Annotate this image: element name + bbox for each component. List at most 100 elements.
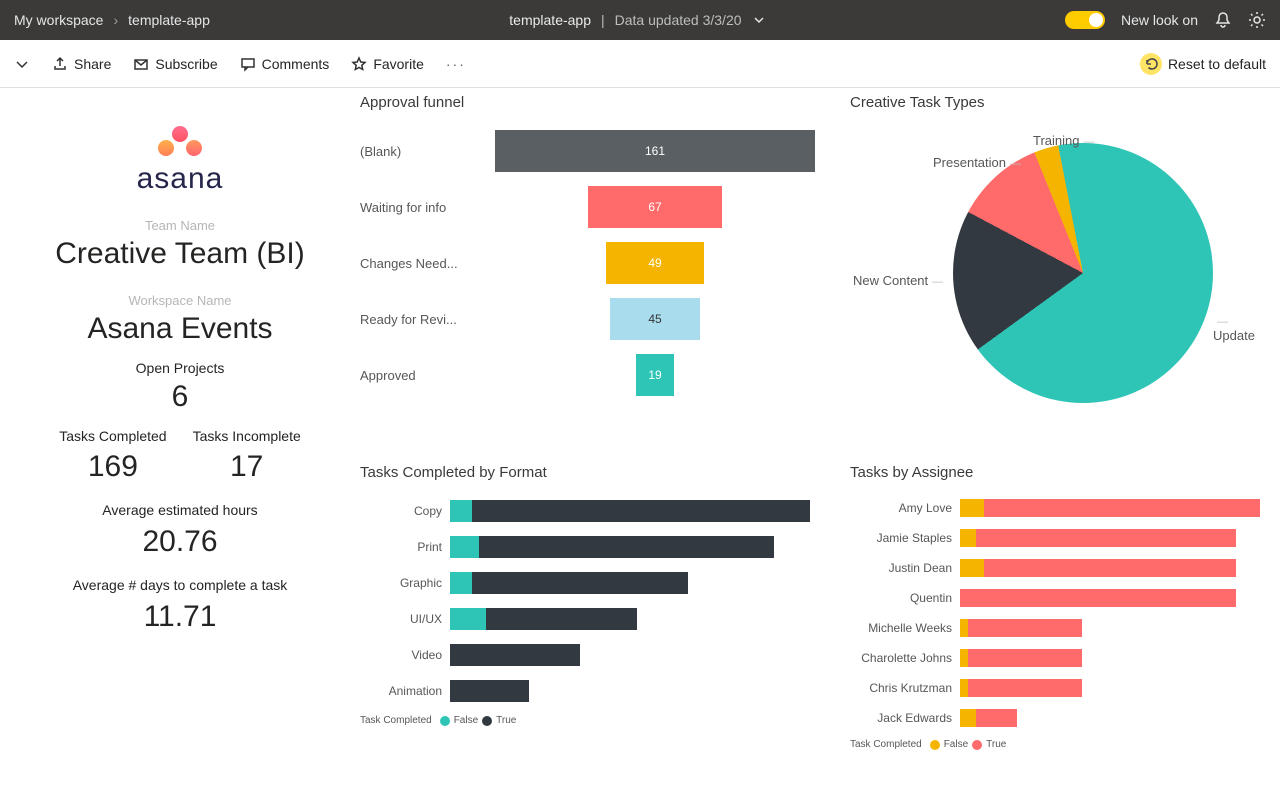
avg-est-label: Average estimated hours xyxy=(18,502,342,519)
toolbar: Share Subscribe Comments Favorite ··· Re… xyxy=(0,40,1280,88)
assignee-row[interactable]: Quentin xyxy=(850,583,1266,613)
assignee-row[interactable]: Amy Love xyxy=(850,493,1266,523)
funnel-row[interactable]: Approved19 xyxy=(360,347,840,403)
favorite-button[interactable]: Favorite xyxy=(351,56,424,72)
legend: Task Completed False True xyxy=(360,715,840,726)
bar-seg-false xyxy=(960,619,968,637)
assignee-row[interactable]: Charolette Johns xyxy=(850,643,1266,673)
format-row[interactable]: Video xyxy=(360,637,840,673)
breadcrumbs: My workspace › template-app xyxy=(14,12,210,28)
data-updated[interactable]: Data updated 3/3/20 xyxy=(615,12,742,28)
breadcrumb-root[interactable]: My workspace xyxy=(14,12,103,28)
format-row[interactable]: Print xyxy=(360,529,840,565)
topbar-center: template-app | Data updated 3/3/20 xyxy=(210,12,1065,28)
bell-icon[interactable] xyxy=(1214,11,1232,29)
approval-funnel-chart[interactable]: Approval funnel (Blank)161Waiting for in… xyxy=(360,88,840,458)
funnel-row[interactable]: Changes Need... 49 xyxy=(360,235,840,291)
pie-label-training: Training— xyxy=(1033,133,1098,148)
bar-seg-true xyxy=(968,679,1082,697)
favorite-label: Favorite xyxy=(373,56,424,72)
bar-seg-true xyxy=(450,644,580,666)
chevron-down-icon[interactable] xyxy=(14,56,30,72)
tasks-by-format-chart[interactable]: Tasks Completed by Format Copy Print Graph… xyxy=(360,458,840,800)
bar-seg-true xyxy=(472,572,688,594)
summary-card: asana Team Name Creative Team (BI) Works… xyxy=(0,88,360,800)
bar-label: Charolette Johns xyxy=(850,651,960,665)
app-name: template-app xyxy=(509,12,591,28)
breadcrumb-leaf[interactable]: template-app xyxy=(128,12,210,28)
bar-label: Jamie Staples xyxy=(850,531,960,545)
chart-title: Creative Task Types xyxy=(850,94,1266,111)
funnel-label: Changes Need... xyxy=(360,256,470,271)
format-row[interactable]: UI/UX xyxy=(360,601,840,637)
team-label: Team Name xyxy=(18,218,342,233)
chart-title: Tasks Completed by Format xyxy=(360,464,840,481)
bar-seg-true xyxy=(486,608,637,630)
format-row[interactable]: Graphic xyxy=(360,565,840,601)
bar-seg-false xyxy=(960,499,984,517)
assignee-row[interactable]: Chris Krutzman xyxy=(850,673,1266,703)
bar-seg-true xyxy=(976,709,1017,727)
bar-label: Quentin xyxy=(850,591,960,605)
bar-seg-false xyxy=(960,679,968,697)
bar-seg-true xyxy=(968,619,1082,637)
chart-title: Approval funnel xyxy=(360,94,840,111)
bar-label: Animation xyxy=(360,684,450,698)
reset-button[interactable]: Reset to default xyxy=(1140,53,1266,75)
funnel-bar: 45 xyxy=(610,298,699,340)
bar-seg-true xyxy=(472,500,810,522)
subscribe-label: Subscribe xyxy=(155,56,217,72)
assignee-row[interactable]: Jamie Staples xyxy=(850,523,1266,553)
avg-days-value: 11.71 xyxy=(18,600,342,634)
bar-label: Jack Edwards xyxy=(850,711,960,725)
bar-seg-true xyxy=(984,559,1235,577)
share-button[interactable]: Share xyxy=(52,56,111,72)
assignee-row[interactable]: Justin Dean xyxy=(850,553,1266,583)
avg-days-label: Average # days to complete a task xyxy=(18,577,342,594)
share-label: Share xyxy=(74,56,111,72)
chevron-icon: › xyxy=(113,12,118,28)
completed-label: Tasks Completed xyxy=(59,428,166,444)
pie-label-presentation: Presentation— xyxy=(933,155,1025,170)
bar-label: Amy Love xyxy=(850,501,960,515)
share-icon xyxy=(52,56,68,72)
bar-seg-false xyxy=(960,529,976,547)
tasks-by-assignee-chart[interactable]: Tasks by Assignee Amy Love Jamie Staples J… xyxy=(850,458,1266,800)
bar-label: Copy xyxy=(360,504,450,518)
bar-seg-true xyxy=(984,499,1260,517)
bar-label: Graphic xyxy=(360,576,450,590)
team-name: Creative Team (BI) xyxy=(18,237,342,271)
new-look-toggle[interactable] xyxy=(1065,11,1105,29)
completed-value: 169 xyxy=(59,450,166,484)
funnel-label: Approved xyxy=(360,368,470,383)
assignee-row[interactable]: Michelle Weeks xyxy=(850,613,1266,643)
bar-seg-true xyxy=(479,536,774,558)
more-button[interactable]: ··· xyxy=(446,56,466,72)
funnel-row[interactable]: Ready for Revi...45 xyxy=(360,291,840,347)
funnel-row[interactable]: Waiting for info67 xyxy=(360,179,840,235)
format-row[interactable]: Animation xyxy=(360,673,840,709)
bar-seg-true xyxy=(960,589,1236,607)
gear-icon[interactable] xyxy=(1248,11,1266,29)
funnel-bar: 49 xyxy=(606,242,703,284)
reset-label: Reset to default xyxy=(1168,56,1266,72)
chart-title: Tasks by Assignee xyxy=(850,464,1266,481)
bar-seg-true xyxy=(976,529,1235,547)
brand-name: asana xyxy=(137,162,224,196)
bar-label: Justin Dean xyxy=(850,561,960,575)
chevron-down-icon[interactable] xyxy=(752,13,766,27)
funnel-row[interactable]: (Blank)161 xyxy=(360,123,840,179)
subscribe-button[interactable]: Subscribe xyxy=(133,56,217,72)
comments-button[interactable]: Comments xyxy=(240,56,330,72)
bar-label: UI/UX xyxy=(360,612,450,626)
assignee-row[interactable]: Jack Edwards xyxy=(850,703,1266,733)
bar-seg-true xyxy=(968,649,1082,667)
avg-est-value: 20.76 xyxy=(18,525,342,559)
bar-seg-false xyxy=(450,536,479,558)
creative-task-types-chart[interactable]: Creative Task Types Training— Presentati… xyxy=(850,88,1266,458)
bar-seg-false xyxy=(960,649,968,667)
workspace-name: Asana Events xyxy=(18,312,342,346)
format-row[interactable]: Copy xyxy=(360,493,840,529)
mail-icon xyxy=(133,56,149,72)
brand-logo: asana xyxy=(18,126,342,196)
